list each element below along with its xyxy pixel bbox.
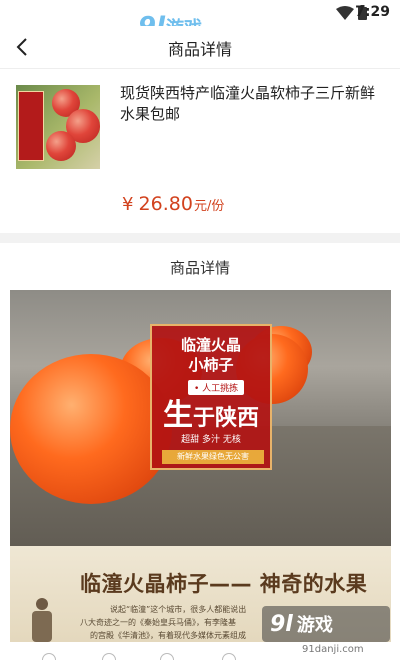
banner-text: 的宫殿《华清池》，有着现代多媒体元素组成 xyxy=(90,631,246,640)
banner-text: 说起“临潼”这个城市，很多人都能说出 xyxy=(110,605,247,614)
persimmon-fruit xyxy=(10,354,172,504)
tab-home-icon[interactable] xyxy=(42,653,56,660)
watermark-badge: 9l 游戏 xyxy=(262,606,390,642)
tab-cart-icon[interactable] xyxy=(160,653,174,660)
thumbnail-fruit xyxy=(46,131,76,161)
promo-poster: 临潼火晶 小柿子 • 人工挑拣 生于陕西 超甜 多汁 无核 新鲜水果绿色无公害 xyxy=(150,324,272,470)
watermark-logo-bottom: 9l 游戏 91danji.com xyxy=(262,606,400,660)
price-currency: ¥ xyxy=(122,194,134,215)
poster-line2: 小柿子 xyxy=(188,356,234,374)
poster-line1: 临潼火晶 xyxy=(180,336,241,354)
price-amount: 26.80 xyxy=(138,193,193,215)
thumbnail-banner xyxy=(18,91,44,161)
page-title: 商品详情 xyxy=(167,40,232,59)
banner-text: 八大奇迹之一的《秦始皇兵马俑》，有李隆基 xyxy=(80,618,236,627)
wifi-icon xyxy=(336,6,354,20)
bottom-tab-bar xyxy=(0,650,262,660)
tab-category-icon[interactable] xyxy=(102,653,116,660)
poster-big-text: 于陕西 xyxy=(192,406,259,431)
nav-bar: 商品详情 xyxy=(0,26,400,68)
banner-title: 临潼火晶柿子—— 神奇的水果 xyxy=(80,572,368,596)
poster-headline: 生于陕西 xyxy=(152,390,270,434)
watermark-url: 91danji.com xyxy=(302,644,364,655)
terracotta-warrior-icon xyxy=(32,598,52,642)
product-name: 现货陕西特产临潼火晶软柿子三斤新鲜水果包邮 xyxy=(120,84,376,123)
product-card[interactable]: 现货陕西特产临潼火晶软柿子三斤新鲜水果包邮 ¥ 26.80元/份 xyxy=(0,68,400,233)
poster-strip: 新鲜水果绿色无公害 xyxy=(162,450,264,464)
section-divider xyxy=(0,233,400,243)
detail-heading: 商品详情 xyxy=(169,259,230,277)
product-thumbnail[interactable] xyxy=(16,85,100,169)
detail-image: 临潼火晶 小柿子 • 人工挑拣 生于陕西 超甜 多汁 无核 新鲜水果绿色无公害 xyxy=(10,290,391,546)
status-time: 7:29 xyxy=(355,4,390,20)
poster-features: 超甜 多汁 无核 xyxy=(181,435,241,445)
watermark-label: 游戏 xyxy=(296,615,333,636)
price-unit: 元/份 xyxy=(193,199,225,214)
watermark-number: 9l xyxy=(270,611,293,637)
tab-profile-icon[interactable] xyxy=(222,653,236,660)
poster-big-char: 生 xyxy=(162,398,193,433)
product-price: ¥ 26.80元/份 xyxy=(122,193,224,215)
